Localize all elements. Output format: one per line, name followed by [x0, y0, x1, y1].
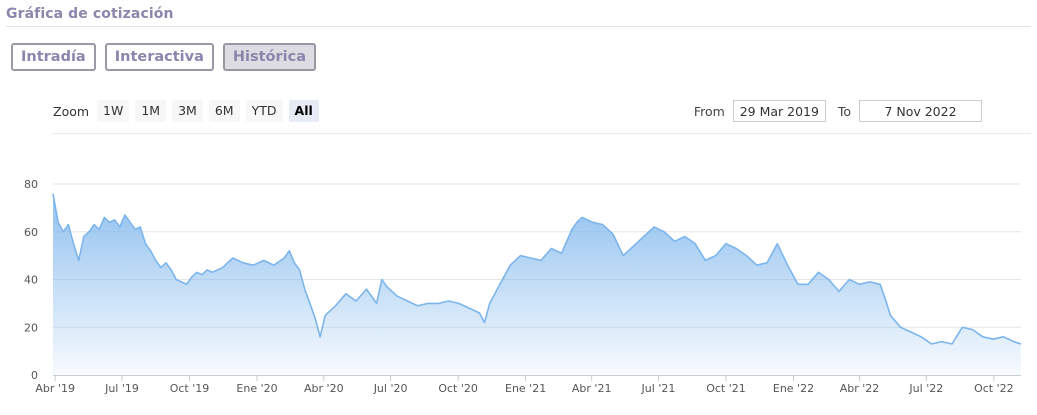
x-tick-label: Oct '20 — [438, 382, 478, 395]
x-tick-label: Abr '21 — [572, 382, 612, 395]
y-tick-label: 60 — [24, 226, 38, 239]
x-tick-label: Ene '21 — [505, 382, 546, 395]
y-tick-label: 40 — [24, 274, 38, 287]
y-axis: 0 20 40 60 80 — [24, 178, 38, 382]
area-fill — [53, 193, 1021, 375]
y-tick-label: 80 — [24, 178, 38, 191]
x-tick-label: Oct '21 — [706, 382, 746, 395]
x-tick-label: Oct '19 — [170, 382, 210, 395]
price-chart[interactable]: 020406080 Abr '19 Jul '19 Oct '19 Ene '20 Ab… — [0, 0, 1037, 415]
x-tick-label: Ene '20 — [236, 382, 277, 395]
x-tick-label: Oct '22 — [974, 382, 1014, 395]
y-tick-label: 0 — [31, 369, 38, 382]
x-tick-label: Jul '22 — [908, 382, 943, 395]
x-tick-label: Abr '19 — [35, 382, 75, 395]
x-tick-label: Abr '20 — [304, 382, 344, 395]
x-tick-label: Ene '22 — [773, 382, 814, 395]
x-tick-label: Jul '19 — [104, 382, 139, 395]
x-tick-label: Abr '22 — [840, 382, 880, 395]
x-tick-label: Jul '20 — [373, 382, 408, 395]
x-tick-label: Jul '21 — [641, 382, 676, 395]
y-tick-label: 20 — [24, 321, 38, 334]
price-series — [52, 193, 1022, 375]
x-axis: Abr '19 Jul '19 Oct '19 Ene '20 Abr '20 Jul '… — [35, 375, 1021, 395]
